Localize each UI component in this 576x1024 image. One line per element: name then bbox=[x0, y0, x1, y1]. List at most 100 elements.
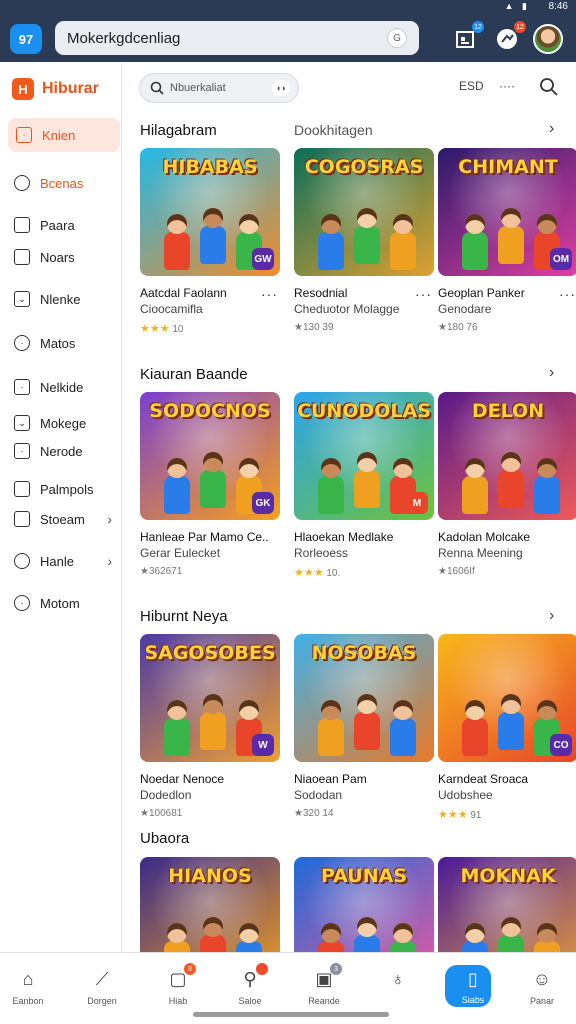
rating-badge: W bbox=[252, 734, 274, 756]
more-options-button[interactable]: ···· bbox=[499, 79, 515, 93]
character-figure bbox=[162, 700, 192, 756]
address-bar[interactable]: Mokerkgdcenliag G bbox=[55, 21, 419, 55]
game-thumbnail[interactable]: SODOCNOS GK bbox=[140, 392, 280, 520]
search-placeholder: Nbuerkaliat bbox=[170, 82, 226, 94]
character-head bbox=[537, 700, 557, 720]
rating-value: ★320 14 bbox=[294, 808, 334, 819]
character-body bbox=[318, 232, 344, 270]
sidebar-item-motom[interactable]: · Motom bbox=[0, 586, 122, 620]
site-badge-icon[interactable]: G bbox=[387, 28, 407, 48]
character-head bbox=[321, 923, 341, 943]
thumbnail-title: HIBABAS bbox=[162, 156, 258, 178]
game-thumbnail[interactable]: CO bbox=[438, 634, 576, 762]
thumbnail-title: PAUNAS bbox=[320, 865, 408, 887]
sidebar-item-bcenas[interactable]: Bcenas bbox=[0, 166, 122, 200]
chevron-right-icon[interactable]: › bbox=[549, 607, 554, 625]
sidebar-item-label: Hanle bbox=[40, 553, 74, 569]
game-card[interactable]: NOSOBAS Niaoean Pam Sododan ★320 14 bbox=[294, 634, 434, 819]
nav-item-eanbon[interactable]: ⌂ Eanbon bbox=[0, 961, 60, 1017]
store-icon[interactable]: 12 bbox=[450, 21, 484, 54]
game-card[interactable]: CUNODOLAS M Hlaoekan Medlake Rorleoess ★★★ 1… bbox=[294, 392, 434, 579]
avatar[interactable] bbox=[533, 24, 563, 54]
sidebar-item-palmpols[interactable]: Palmpols bbox=[0, 472, 122, 506]
game-thumbnail[interactable]: NOSOBAS bbox=[294, 634, 434, 762]
character-figure bbox=[316, 458, 346, 514]
sidebar-item-noars[interactable]: Noars bbox=[0, 240, 122, 274]
sidebar-brand[interactable]: H Hiburar bbox=[12, 78, 99, 100]
rating-value: 10. bbox=[326, 568, 341, 579]
thumbnail-title: NOSOBAS bbox=[311, 642, 417, 664]
nav-item-hiab[interactable]: ▢ 8 Hiab bbox=[146, 961, 210, 1017]
game-card[interactable]: CHIMANT OM Geoplan Panker Genodare ★180 76 ··… bbox=[438, 148, 576, 333]
character-figure bbox=[496, 208, 526, 264]
character-body bbox=[498, 226, 524, 264]
game-card[interactable]: CO Karndeat Sroaca Udobshee ★★★ 91 bbox=[438, 634, 576, 821]
game-developer: Sododan bbox=[294, 788, 343, 802]
character-head bbox=[203, 694, 223, 714]
game-thumbnail[interactable]: DELON bbox=[438, 392, 576, 520]
store-glyph bbox=[456, 31, 474, 48]
character-head bbox=[501, 208, 521, 228]
more-icon[interactable]: ··· bbox=[415, 286, 432, 302]
game-thumbnail[interactable]: CHIMANT OM bbox=[438, 148, 576, 276]
game-card[interactable]: HIBABAS GW Aatcdal Faolann Cioocamifla ★★★ 1… bbox=[140, 148, 280, 335]
game-thumbnail[interactable]: SAGOSOBES W bbox=[140, 634, 280, 762]
sidebar-item-nelkide[interactable]: · Nelkide bbox=[0, 370, 122, 404]
character-head bbox=[465, 700, 485, 720]
game-card[interactable]: DELON Kadolan Molcake Renna Meening ★1606If bbox=[438, 392, 576, 577]
character-figure bbox=[198, 208, 228, 264]
chevron-right-icon[interactable]: › bbox=[549, 364, 554, 382]
game-thumbnail[interactable]: COGOSRAS bbox=[294, 148, 434, 276]
search-glyph: ⚲ bbox=[243, 968, 257, 989]
character-figure bbox=[162, 214, 192, 270]
character-body bbox=[318, 718, 344, 756]
character-body bbox=[498, 470, 524, 508]
nav-item-panar[interactable]: ☺ Panar bbox=[510, 961, 574, 1017]
sidebar-item-nerode[interactable]: · Nerode bbox=[0, 434, 122, 468]
top-app-bar: ▲ ▮ 8:46 97 Mokerkgdcenliag G 12 12 bbox=[0, 0, 576, 62]
sidebar-item-stoeam[interactable]: Stoeam › bbox=[0, 502, 122, 536]
address-text: Mokerkgdcenliag bbox=[67, 29, 181, 47]
more-icon[interactable]: ··· bbox=[559, 286, 576, 302]
nav-item-siabs[interactable]: ▯ Siabs bbox=[441, 961, 505, 1017]
sidebar-item-matos[interactable]: · Matos bbox=[0, 326, 122, 360]
chevron-right-icon: › bbox=[107, 553, 112, 569]
app-logo[interactable]: 97 bbox=[10, 24, 42, 54]
rating-value: ★1606If bbox=[438, 566, 475, 577]
more-icon[interactable]: ··· bbox=[261, 286, 278, 302]
sidebar-item-hanle[interactable]: Hanle › bbox=[0, 544, 122, 578]
sidebar-item-label: Stoeam bbox=[40, 511, 85, 527]
game-thumbnail[interactable]: CUNODOLAS M bbox=[294, 392, 434, 520]
search-field[interactable]: Nbuerkaliat ◖◗ bbox=[139, 73, 299, 103]
voice-search-icon[interactable]: ◖◗ bbox=[272, 80, 290, 96]
sidebar-item-nlenke[interactable]: ⌄ Nlenke bbox=[0, 282, 122, 316]
home-indicator[interactable] bbox=[193, 1012, 389, 1017]
chevron-right-icon[interactable]: › bbox=[549, 120, 554, 138]
messages-icon[interactable]: 12 bbox=[492, 21, 526, 54]
filter-button[interactable]: ESD bbox=[459, 79, 484, 93]
nav-item-reande[interactable]: ▣ 3 Reande bbox=[292, 961, 356, 1017]
game-card[interactable]: SODOCNOS GK Hanleae Par Mamo Ce.. Gerar Eul… bbox=[140, 392, 280, 577]
character-head bbox=[357, 694, 377, 714]
nav-label: Dorgen bbox=[87, 996, 117, 1006]
pen-icon: ⟋ bbox=[95, 968, 109, 989]
game-rating: ★★★ 10 bbox=[140, 322, 280, 335]
thumbnail-title: SAGOSOBES bbox=[144, 642, 276, 664]
game-title: Kadolan Molcake bbox=[438, 530, 531, 544]
game-thumbnail[interactable]: HIBABAS GW bbox=[140, 148, 280, 276]
news-icon: ▣ 3 bbox=[312, 963, 342, 991]
character-figure bbox=[198, 452, 228, 508]
sidebar-item-paara[interactable]: Paara bbox=[0, 208, 122, 242]
rating-value: ★130 39 bbox=[294, 322, 334, 333]
thumbnail-title: HIANOS bbox=[168, 865, 252, 887]
sidebar-item-knien[interactable]: · Knien bbox=[8, 118, 120, 152]
nav-item-saloe[interactable]: ⚲ Saloe bbox=[218, 961, 282, 1017]
game-card[interactable]: COGOSRAS Resodnial Cheduotor Molagge ★130 3… bbox=[294, 148, 434, 333]
section-subtitle[interactable]: Dookhitagen bbox=[294, 122, 373, 138]
nav-item-location[interactable]: ♁ bbox=[366, 961, 430, 1017]
search-icon[interactable] bbox=[539, 77, 559, 97]
game-card[interactable]: SAGOSOBES W Noedar Nenoce Dodedlon ★100681 bbox=[140, 634, 280, 819]
nav-item-dorgen[interactable]: ⟋ Dorgen bbox=[70, 961, 134, 1017]
sidebar-item-label: Nerode bbox=[40, 443, 83, 459]
character-figure bbox=[352, 694, 382, 750]
